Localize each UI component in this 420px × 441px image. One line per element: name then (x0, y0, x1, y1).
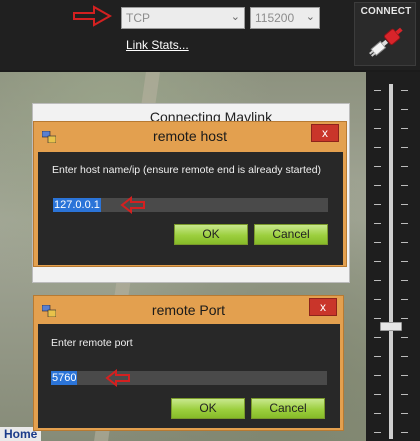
slider-tick (374, 432, 381, 433)
dialog-body: Enter host name/ip (ensure remote end is… (38, 152, 343, 265)
ok-button[interactable]: OK (171, 398, 245, 419)
mission-planner-window: TCP ⌄ 115200 ⌄ Link Stats... CONNECT Hom… (0, 0, 420, 441)
slider-tick (374, 280, 381, 281)
slider-tick (401, 166, 408, 167)
slider-tick (374, 337, 381, 338)
slider-tick (401, 356, 408, 357)
slider-tick (401, 147, 408, 148)
slider-tick (401, 280, 408, 281)
top-toolbar: TCP ⌄ 115200 ⌄ Link Stats... CONNECT (0, 0, 420, 70)
slider-tick (374, 299, 381, 300)
red-arrow-icon (73, 5, 112, 27)
close-button[interactable]: x (309, 298, 337, 316)
remote-host-dialog: remote host x Enter host name/ip (ensure… (33, 121, 347, 267)
slider-tick (401, 185, 408, 186)
slider-tick (401, 394, 408, 395)
slider-tick (401, 337, 408, 338)
dialog-title: remote host (153, 128, 227, 144)
slider-tick (401, 413, 408, 414)
dialog-titlebar: remote Port x (34, 296, 343, 326)
slider-tick (374, 356, 381, 357)
plug-icon (369, 27, 403, 57)
link-stats-link[interactable]: Link Stats... (126, 38, 189, 52)
slider-tick (374, 166, 381, 167)
slider-tick (374, 204, 381, 205)
slider-tick (401, 242, 408, 243)
slider-tick (374, 375, 381, 376)
slider-tick (401, 90, 408, 91)
slider-tick (401, 299, 408, 300)
slider-tick (374, 109, 381, 110)
baud-rate-value: 115200 (255, 11, 295, 25)
slider-tick (401, 223, 408, 224)
connect-label: CONNECT (360, 6, 412, 17)
slider-tick (374, 223, 381, 224)
slider-tick (374, 261, 381, 262)
connection-type-value: TCP (126, 11, 150, 25)
chevron-down-icon: ⌄ (305, 11, 315, 23)
slider-tick (374, 413, 381, 414)
close-button[interactable]: x (311, 124, 339, 142)
slider-tick (401, 128, 408, 129)
slider-tick (401, 318, 408, 319)
port-input[interactable]: 5760 (51, 371, 327, 385)
ok-button[interactable]: OK (174, 224, 248, 245)
dialog-title: remote Port (151, 302, 226, 318)
host-input[interactable]: 127.0.0.1 (53, 198, 328, 212)
chevron-down-icon: ⌄ (230, 11, 240, 23)
baud-rate-select[interactable]: 115200 ⌄ (250, 7, 320, 29)
red-arrow-icon (120, 196, 145, 214)
dialog-body: Enter remote port 5760 OK Cancel (38, 324, 340, 428)
slider-tick (401, 109, 408, 110)
slider-tick (401, 375, 408, 376)
slider-tick (374, 90, 381, 91)
slider-tick (374, 185, 381, 186)
zoom-track[interactable] (389, 84, 393, 439)
remote-port-dialog: remote Port x Enter remote port 5760 OK … (33, 295, 344, 431)
connection-type-select[interactable]: TCP ⌄ (121, 7, 245, 29)
port-prompt: Enter remote port (51, 337, 133, 349)
slider-tick (374, 242, 381, 243)
slider-tick (374, 128, 381, 129)
host-input-value: 127.0.0.1 (53, 198, 101, 212)
zoom-slider-thumb[interactable] (380, 322, 402, 331)
cancel-button[interactable]: Cancel (254, 224, 328, 245)
slider-tick (374, 318, 381, 319)
dialog-titlebar: remote host x (34, 122, 346, 152)
cancel-button[interactable]: Cancel (251, 398, 325, 419)
host-prompt: Enter host name/ip (ensure remote end is… (52, 164, 322, 176)
connect-button[interactable]: CONNECT (354, 2, 416, 66)
slider-tick (401, 204, 408, 205)
slider-tick (374, 394, 381, 395)
slider-tick (401, 432, 408, 433)
port-input-value: 5760 (51, 371, 78, 385)
slider-tick (401, 261, 408, 262)
slider-tick (374, 147, 381, 148)
red-arrow-icon (105, 369, 130, 387)
